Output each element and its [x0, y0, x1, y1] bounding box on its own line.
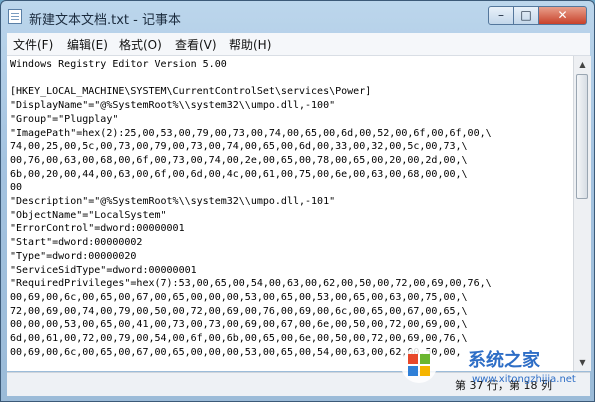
watermark-url: www.xitongzhijia.net	[472, 374, 576, 385]
editor-line: "ImagePath"=hex(2):25,00,53,00,79,00,73,…	[10, 127, 492, 139]
menu-bar: 文件(F) 编辑(E) 格式(O) 查看(V) 帮助(H)	[7, 33, 590, 56]
editor-line: 00,69,00,6c,00,65,00,67,00,65,00,00,00,5…	[10, 291, 468, 303]
editor-line: "DisplayName"="@%SystemRoot%\\system32\\…	[10, 100, 336, 112]
windows-logo-icon	[401, 347, 437, 383]
editor-line: "RequiredPrivileges"=hex(7):53,00,65,00,…	[10, 278, 492, 290]
text-editor[interactable]: Windows Registry Editor Version 5.00 [HK…	[7, 56, 573, 371]
menu-edit[interactable]: 编辑(E)	[67, 36, 108, 53]
title-bar[interactable]: 新建文本文档.txt - 记事本 – □ ✕	[1, 1, 594, 32]
editor-line: 00,00,00,53,00,65,00,41,00,73,00,73,00,6…	[10, 319, 468, 331]
editor-line: "Group"="Plugplay"	[10, 113, 119, 125]
editor-line: "ErrorControl"=dword:00000001	[10, 223, 185, 235]
window-title: 新建文本文档.txt - 记事本	[29, 13, 181, 28]
editor-line: 74,00,25,00,5c,00,73,00,79,00,73,00,74,0…	[10, 141, 468, 153]
editor-line: "ObjectName"="LocalSystem"	[10, 209, 167, 221]
editor-line: "ServiceSidType"=dword:00000001	[10, 264, 197, 276]
notepad-icon	[8, 9, 22, 24]
close-button[interactable]: ✕	[539, 6, 587, 25]
watermark-text: 系统之家	[468, 350, 540, 371]
maximize-button[interactable]: □	[514, 6, 539, 25]
editor-line: "Start"=dword:00000002	[10, 237, 143, 249]
editor-line: 6b,00,20,00,44,00,63,00,6f,00,6d,00,4c,0…	[10, 168, 468, 180]
minimize-button[interactable]: –	[488, 6, 514, 25]
menu-help[interactable]: 帮助(H)	[229, 36, 271, 53]
editor-line: 72,00,69,00,74,00,79,00,50,00,72,00,69,0…	[10, 305, 468, 317]
menu-view[interactable]: 查看(V)	[175, 36, 217, 53]
editor-line: 00	[10, 182, 23, 194]
scroll-thumb[interactable]	[576, 74, 588, 199]
editor-line: 00,76,00,63,00,68,00,6f,00,73,00,74,00,2…	[10, 154, 468, 166]
editor-line: [HKEY_LOCAL_MACHINE\SYSTEM\CurrentContro…	[10, 86, 372, 98]
site-watermark: 系统之家 www.xitongzhijia.net	[396, 338, 593, 400]
editor-line: "Type"=dword:00000020	[10, 250, 137, 262]
scroll-up-icon[interactable]: ▲	[574, 56, 591, 73]
editor-content[interactable]: Windows Registry Editor Version 5.00 [HK…	[10, 58, 492, 359]
editor-line: Windows Registry Editor Version 5.00	[10, 59, 227, 70]
menu-format[interactable]: 格式(O)	[119, 36, 162, 53]
menu-file[interactable]: 文件(F)	[13, 36, 53, 53]
vertical-scrollbar[interactable]: ▲ ▼	[573, 56, 591, 371]
editor-line: "Description"="@%SystemRoot%\\system32\\…	[10, 196, 336, 208]
